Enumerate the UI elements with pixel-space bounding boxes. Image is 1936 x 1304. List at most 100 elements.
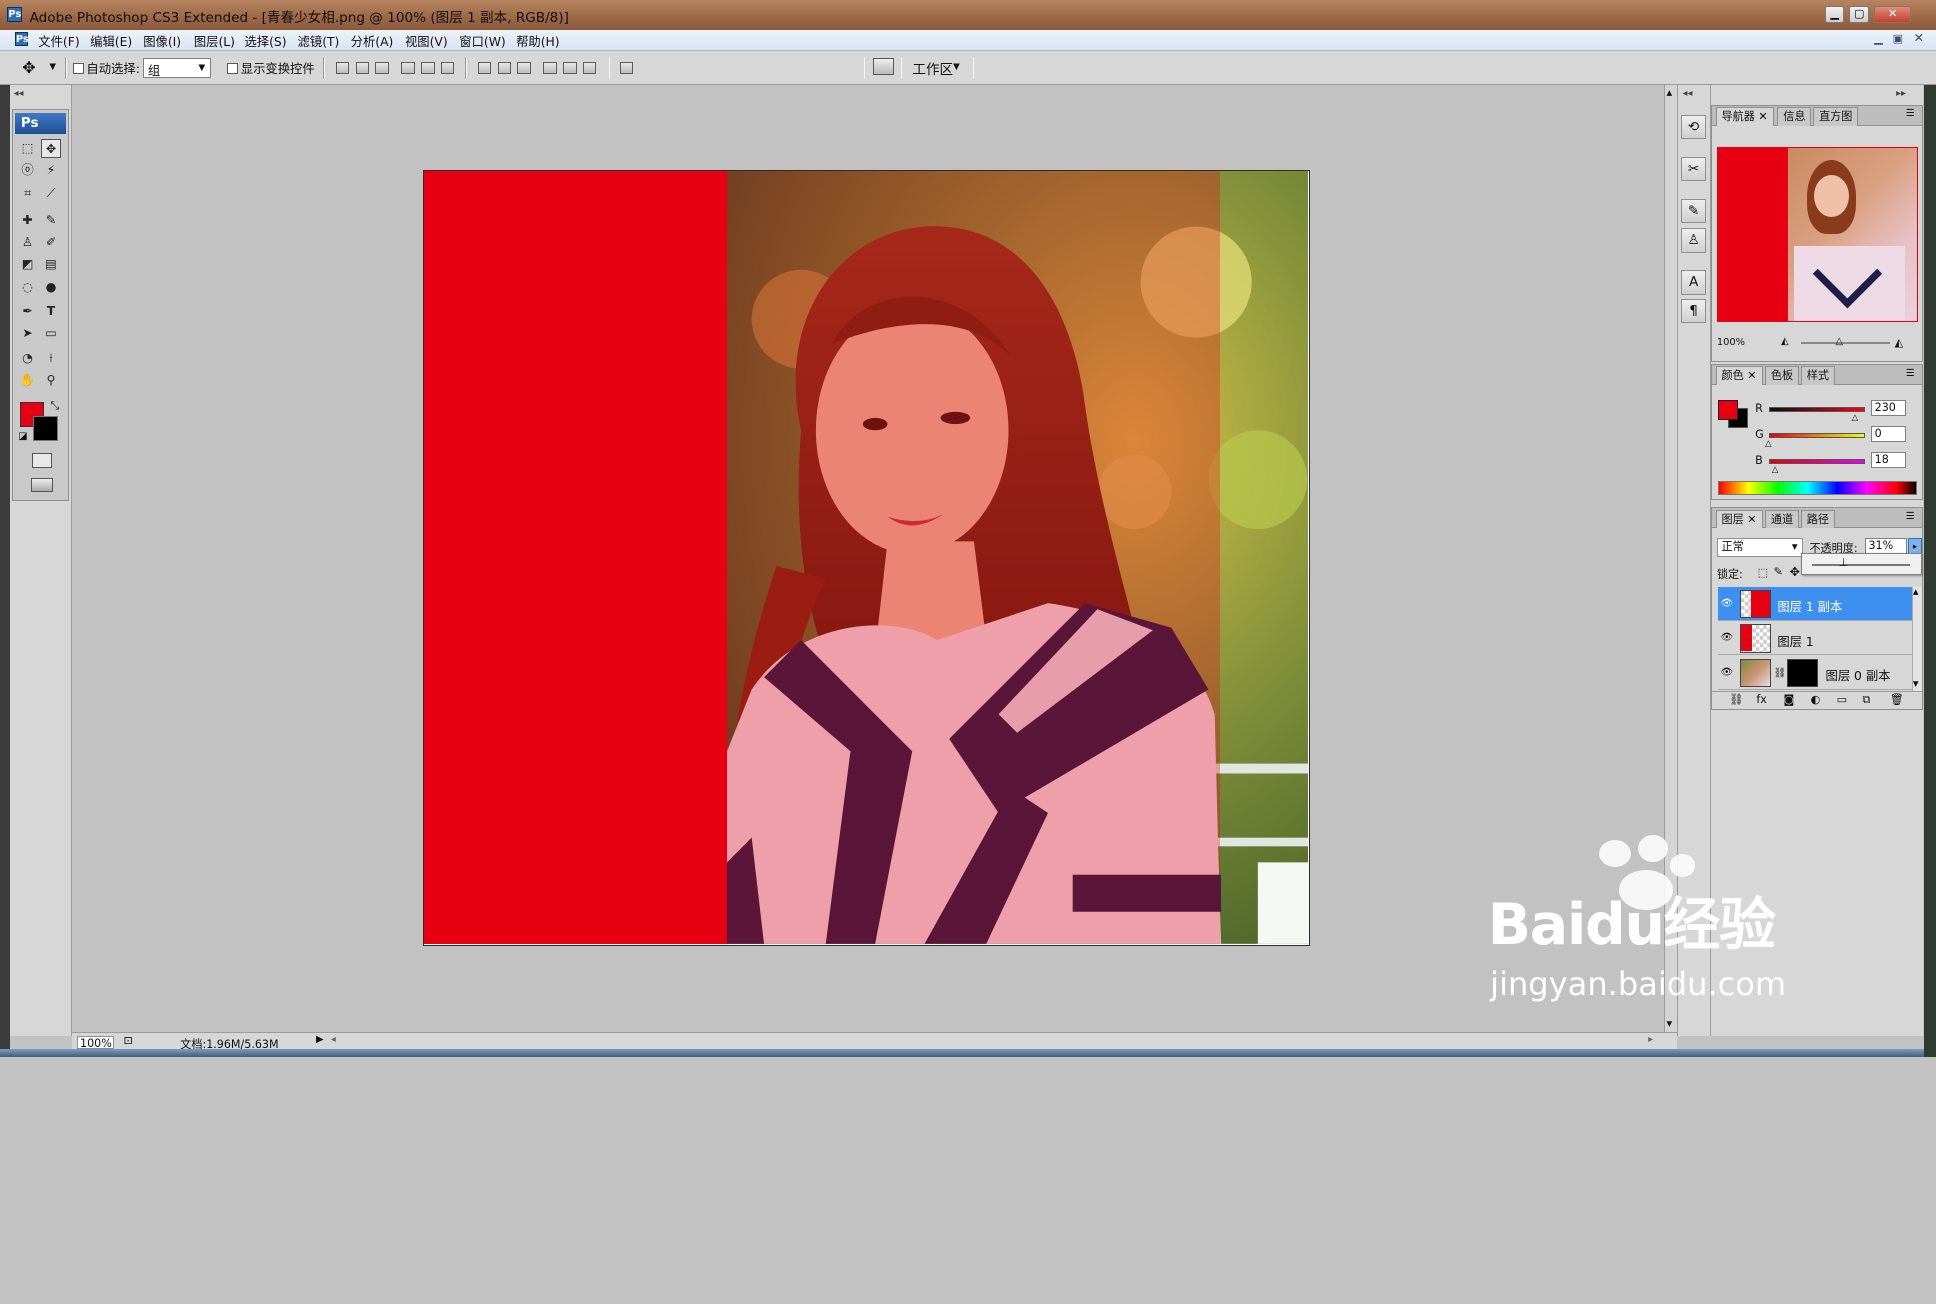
color-fg-swatch[interactable]: [1718, 399, 1738, 420]
align-bottom-icon[interactable]: [375, 61, 389, 75]
channel-b-thumb-icon[interactable]: △: [1772, 465, 1779, 475]
align-vertical-center-icon[interactable]: [355, 61, 370, 75]
zoom-tool-icon[interactable]: ⚲: [41, 371, 62, 390]
menu-help[interactable]: 帮助(H): [516, 32, 560, 50]
history-brush-icon[interactable]: ✐: [41, 233, 62, 252]
opacity-slider-popup[interactable]: ⊥: [1800, 552, 1922, 576]
type-tool-icon[interactable]: T: [41, 302, 62, 321]
menu-select[interactable]: 选择(S): [244, 32, 286, 50]
channel-g-thumb-icon[interactable]: △: [1765, 439, 1772, 449]
path-selection-icon[interactable]: ➤: [17, 324, 38, 343]
menu-layer[interactable]: 图层(L): [194, 32, 235, 50]
dodge-tool-icon[interactable]: ●: [41, 278, 62, 297]
layer-visibility-eye-icon[interactable]: 👁: [1721, 667, 1734, 678]
distribute-right-icon[interactable]: [582, 61, 597, 75]
document-canvas[interactable]: [423, 170, 1310, 946]
default-colors-icon[interactable]: ◪: [18, 431, 27, 442]
auto-align-layers-icon[interactable]: [619, 61, 634, 75]
healing-brush-icon[interactable]: ✚: [17, 211, 38, 230]
panel-menu-icon[interactable]: ☰: [1906, 511, 1915, 522]
collapse-arrows-icon[interactable]: ◂◂: [1683, 88, 1693, 99]
tab-paths[interactable]: 路径: [1800, 509, 1835, 529]
3d-rotate-icon[interactable]: ◔: [17, 349, 38, 368]
channel-r-thumb-icon[interactable]: △: [1852, 413, 1859, 423]
new-group-icon[interactable]: ▭: [1837, 693, 1848, 706]
move-tool-icon[interactable]: ✥: [40, 139, 62, 158]
lasso-tool-icon[interactable]: ⓞ: [17, 161, 38, 180]
clone-source-icon[interactable]: ♙: [1681, 228, 1706, 254]
distribute-vcenter-icon[interactable]: [497, 61, 512, 75]
chevron-down-icon[interactable]: ▼: [953, 62, 960, 72]
new-layer-icon[interactable]: ⧉: [1863, 693, 1871, 707]
channel-g-field[interactable]: 0: [1871, 425, 1906, 442]
layer-row-layer1-copy[interactable]: 👁 图层 1 副本: [1718, 587, 1914, 621]
document-icon[interactable]: Ps: [14, 32, 29, 46]
background-color-swatch[interactable]: [33, 415, 58, 441]
scroll-up-icon[interactable]: ▲: [1666, 88, 1672, 97]
minimize-button[interactable]: ▁: [1824, 6, 1845, 24]
link-layers-icon[interactable]: ⛓: [1729, 693, 1743, 706]
align-horizontal-center-icon[interactable]: [420, 61, 435, 75]
layer-row-layer1[interactable]: 👁 图层 1: [1718, 622, 1914, 656]
zoom-field[interactable]: 100%: [76, 1035, 114, 1050]
bridge-icon[interactable]: [872, 58, 894, 76]
delete-layer-icon[interactable]: 🗑: [1890, 693, 1904, 706]
channel-r-field[interactable]: 230: [1871, 399, 1906, 416]
align-top-icon[interactable]: [335, 61, 350, 75]
blend-mode-dropdown[interactable]: 正常 ▼: [1716, 538, 1804, 557]
blur-tool-icon[interactable]: ◌: [17, 278, 38, 297]
tab-color[interactable]: 颜色 ✕: [1715, 366, 1763, 385]
adjustment-layer-icon[interactable]: ◐: [1811, 693, 1821, 706]
doc-minimize-icon[interactable]: ▁: [1874, 32, 1883, 45]
eyedropper-icon[interactable]: ⟊: [41, 349, 62, 368]
tab-channels[interactable]: 通道: [1764, 509, 1800, 529]
close-button[interactable]: ✕: [1874, 6, 1912, 24]
character-panel-icon[interactable]: A: [1681, 270, 1706, 296]
menu-file[interactable]: 文件(F): [38, 32, 79, 50]
magic-wand-icon[interactable]: ⚡: [41, 161, 62, 180]
lock-position-icon[interactable]: ✥: [1790, 565, 1800, 579]
color-spectrum-bar[interactable]: [1718, 481, 1917, 495]
zoom-slider-thumb-icon[interactable]: △: [1835, 336, 1843, 347]
distribute-left-icon[interactable]: [543, 61, 557, 75]
status-info-icon[interactable]: ⊡: [123, 1034, 132, 1047]
channel-r-slider[interactable]: [1768, 407, 1865, 413]
auto-select-dropdown[interactable]: 组 ▼: [143, 58, 212, 78]
status-menu-arrow-icon[interactable]: ▶: [316, 1034, 324, 1045]
auto-select-checkbox[interactable]: [72, 62, 84, 75]
move-tool-preset-icon[interactable]: ✥: [22, 58, 35, 77]
align-left-icon[interactable]: [401, 61, 415, 75]
layer-mask-icon[interactable]: ◙: [1784, 693, 1795, 706]
brush-tool-icon[interactable]: ✎: [41, 211, 62, 230]
paragraph-panel-icon[interactable]: ¶: [1681, 298, 1706, 324]
menu-view[interactable]: 视图(V): [405, 32, 448, 50]
quick-mask-icon[interactable]: [31, 452, 52, 468]
tab-layers[interactable]: 图层 ✕: [1715, 509, 1763, 529]
layers-scrollbar[interactable]: ▲ ▼: [1911, 587, 1922, 692]
tab-swatches[interactable]: 色板: [1764, 366, 1800, 385]
eraser-tool-icon[interactable]: ◩: [17, 255, 38, 274]
screen-mode-icon[interactable]: [30, 477, 53, 493]
tool-presets-icon[interactable]: ✂: [1681, 156, 1706, 182]
scroll-left-icon[interactable]: ◂: [331, 1034, 336, 1045]
lock-transparent-icon[interactable]: ⬚: [1758, 566, 1769, 579]
show-transform-checkbox[interactable]: [227, 62, 239, 75]
brushes-panel-icon[interactable]: ✎: [1681, 198, 1706, 224]
distribute-hcenter-icon[interactable]: [562, 61, 577, 75]
navigator-thumbnail[interactable]: [1716, 146, 1919, 322]
menu-filter[interactable]: 滤镜(T): [298, 32, 340, 50]
zoom-out-icon[interactable]: ◭: [1781, 336, 1789, 347]
menu-window[interactable]: 窗口(W): [459, 32, 505, 50]
expand-arrows-icon[interactable]: ▸▸: [1896, 88, 1906, 99]
tab-styles[interactable]: 样式: [1800, 366, 1835, 385]
collapse-arrows-icon[interactable]: ◂◂: [14, 88, 24, 99]
panel-menu-icon[interactable]: ☰: [1906, 108, 1915, 119]
tab-histogram[interactable]: 直方图: [1813, 107, 1859, 126]
layer-mask-link-icon[interactable]: ⛓: [1774, 668, 1787, 679]
channel-g-slider[interactable]: [1768, 433, 1865, 439]
workspace-button[interactable]: 工作区: [912, 58, 953, 78]
crop-tool-icon[interactable]: ⌗: [17, 184, 38, 203]
navigator-zoom-slider[interactable]: [1800, 341, 1890, 345]
slice-tool-icon[interactable]: ⟋: [41, 184, 62, 203]
pen-tool-icon[interactable]: ✒: [17, 302, 38, 321]
